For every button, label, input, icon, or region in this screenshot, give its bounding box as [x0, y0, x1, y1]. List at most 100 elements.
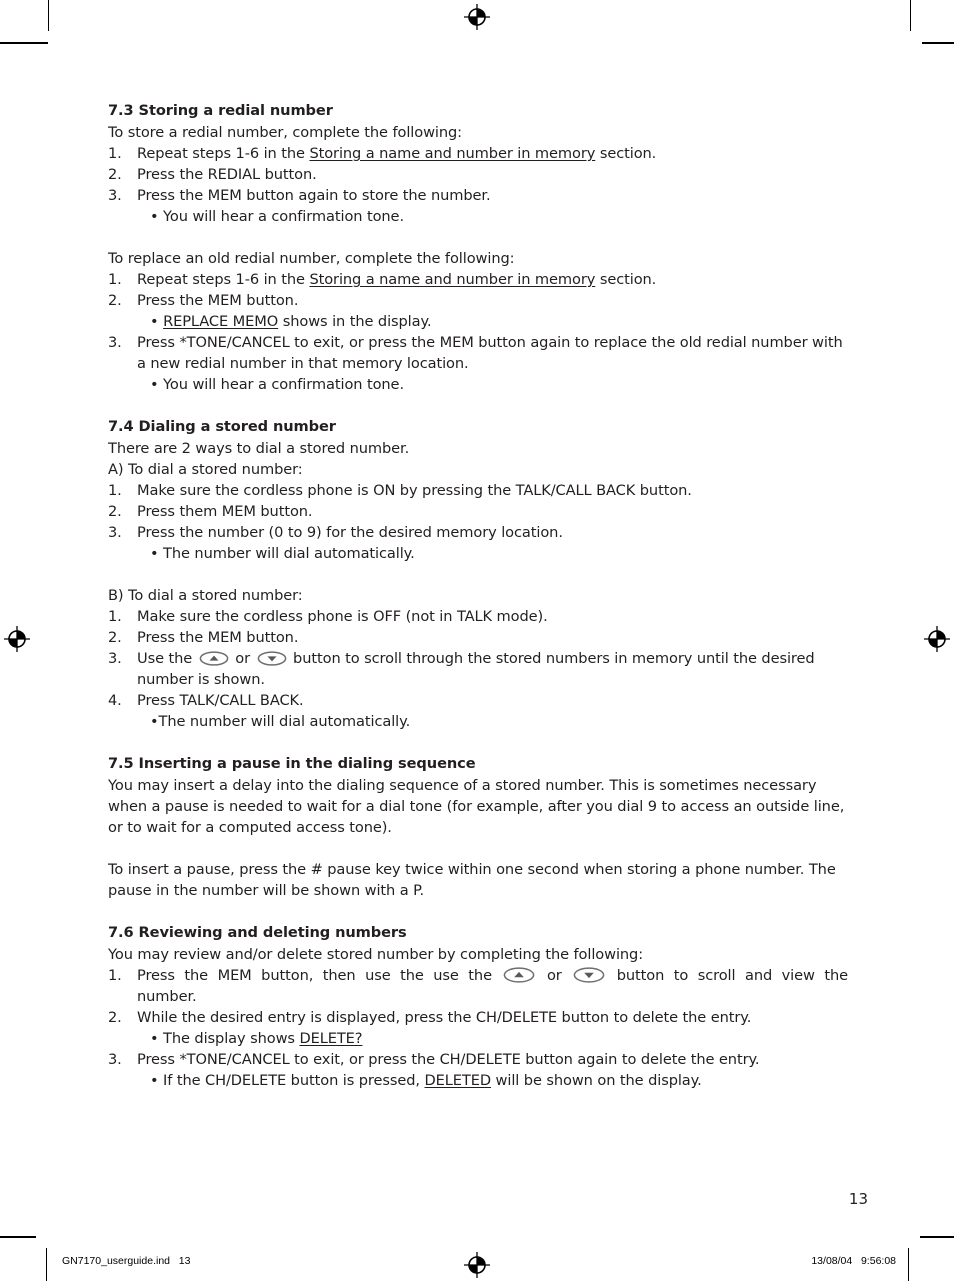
list-item: 2. Press them MEM button. — [108, 501, 848, 522]
list-number: 2. — [108, 1009, 122, 1026]
crop-mark-top-right-h — [922, 42, 954, 44]
list-text-post: section. — [595, 145, 657, 162]
display-message-label: REPLACE MEMO — [163, 313, 279, 330]
bullet-item: • The display shows DELETE? — [108, 1028, 848, 1049]
list-item: 1. Make sure the cordless phone is OFF (n… — [108, 606, 848, 627]
list-text: Press the REDIAL button. — [137, 166, 317, 183]
list-number: 1. — [108, 271, 122, 288]
list-text-pre: Use the — [137, 650, 197, 667]
scroll-up-oval-icon[interactable] — [199, 651, 229, 666]
display-message-label: DELETE? — [299, 1030, 363, 1047]
list-item: 1. Press the MEM button, then use the use… — [108, 965, 848, 1007]
list-text-post: button to scroll and view the — [607, 967, 849, 984]
list-text-post: section. — [595, 271, 657, 288]
list-number: 2. — [108, 292, 122, 309]
list-item: 2. Press the MEM button. — [108, 627, 848, 648]
list-item: 2. Press the MEM button. — [108, 290, 848, 311]
list-text-mid: or — [230, 650, 255, 667]
list-text: While the desired entry is displayed, pr… — [137, 1009, 752, 1026]
cross-reference-link[interactable]: Storing a name and number in memory — [309, 271, 595, 288]
list-text: Press *TONE/CANCEL to exit, or press the… — [137, 1051, 760, 1068]
list-number: 3. — [108, 650, 122, 667]
section-7-4-subhead-b: B) To dial a stored number: — [108, 587, 303, 604]
list-number: 1. — [108, 608, 122, 625]
list-text: Make sure the cordless phone is OFF (not… — [137, 608, 548, 625]
list-item: 1. Make sure the cordless phone is ON by … — [108, 480, 848, 501]
bullet-item: •The number will dial automatically. — [150, 713, 411, 730]
list-number: 2. — [108, 166, 122, 183]
crop-mark-bottom-left — [46, 1248, 47, 1281]
list-text-pre: Repeat steps 1-6 in the — [137, 145, 310, 162]
list-number: 1. — [108, 482, 122, 499]
list-item: 1. Repeat steps 1-6 in the Storing a name… — [108, 143, 848, 164]
list-item: 2. Press the REDIAL button. — [108, 164, 848, 185]
page-number: 13 — [848, 1190, 868, 1208]
list-number: 1. — [108, 967, 122, 984]
scroll-down-oval-icon[interactable] — [257, 651, 287, 666]
crop-mark-top-left-h — [0, 42, 48, 44]
list-text: Press them MEM button. — [137, 503, 313, 520]
list-text: Press the number (0 to 9) for the desire… — [137, 524, 563, 541]
list-text-pre: Press the MEM button, then use the use t… — [137, 967, 502, 984]
cross-reference-link[interactable]: Storing a name and number in memory — [309, 145, 595, 162]
list-item: 1. Repeat steps 1-6 in the Storing a name… — [108, 269, 848, 290]
section-7-6-intro: You may review and/or delete stored numb… — [108, 946, 644, 963]
list-number: 2. — [108, 503, 122, 520]
scroll-up-oval-icon[interactable] — [503, 967, 535, 983]
bullet-item: • You will hear a confirmation tone. — [150, 376, 404, 393]
bullet-text-pre: • — [150, 313, 164, 330]
section-7-4-subhead-a: A) To dial a stored number: — [108, 461, 303, 478]
display-message-label: DELETED — [424, 1072, 492, 1089]
list-item: 3. Press *TONE/CANCEL to exit, or press t… — [108, 332, 848, 374]
bullet-item: • REPLACE MEMO shows in the display. — [108, 311, 848, 332]
section-7-3-intro: To store a redial number, complete the f… — [108, 124, 462, 141]
list-text: Press the MEM button. — [137, 292, 299, 309]
list-item: 2. While the desired entry is displayed, … — [108, 1007, 848, 1028]
list-text-mid: or — [537, 967, 572, 984]
section-7-4-intro: There are 2 ways to dial a stored number… — [108, 440, 410, 457]
registration-target-icon-bottom — [464, 1252, 490, 1278]
list-text-pre: Repeat steps 1-6 in the — [137, 271, 310, 288]
bullet-text-pre: • The display shows — [150, 1030, 300, 1047]
list-number: 3. — [108, 524, 122, 541]
section-7-3-intro-2: To replace an old redial number, complet… — [108, 250, 515, 267]
bullet-text-post: will be shown on the display. — [491, 1072, 702, 1089]
list-number: 3. — [108, 334, 122, 351]
list-text: Press the MEM button. — [137, 629, 299, 646]
section-title-7-6: 7.6 Reviewing and deleting numbers — [108, 924, 407, 941]
registration-target-icon-left — [4, 626, 30, 652]
list-item: 4. Press TALK/CALL BACK. — [108, 690, 848, 711]
list-text: Press *TONE/CANCEL to exit, or press the… — [137, 334, 843, 372]
bullet-text-post: shows in the display. — [278, 313, 432, 330]
crop-mark-bottom-right-h — [920, 1236, 954, 1238]
crop-mark-bottom-left-h — [0, 1236, 36, 1238]
section-7-5-paragraph-1: You may insert a delay into the dialing … — [108, 777, 845, 836]
section-7-5-paragraph-2: To insert a pause, press the # pause key… — [108, 861, 836, 899]
section-title-7-3: 7.3 Storing a redial number — [108, 102, 333, 119]
crop-mark-bottom-right — [908, 1248, 909, 1281]
scroll-down-oval-icon[interactable] — [573, 967, 605, 983]
list-number: 1. — [108, 145, 122, 162]
crop-mark-top-right — [910, 0, 911, 31]
bullet-text-pre: • If the CH/DELETE button is pressed, — [150, 1072, 425, 1089]
list-number: 4. — [108, 692, 122, 709]
crop-mark-top-left — [48, 0, 49, 31]
list-number: 3. — [108, 187, 122, 204]
list-text: Make sure the cordless phone is ON by pr… — [137, 482, 692, 499]
list-number: 3. — [108, 1051, 122, 1068]
bullet-item: • If the CH/DELETE button is pressed, DE… — [108, 1070, 848, 1091]
list-text: Press the MEM button again to store the … — [137, 187, 491, 204]
footer-file-label: GN7170_userguide.ind 13 — [62, 1255, 191, 1267]
bullet-item: • The number will dial automatically. — [150, 545, 415, 562]
list-text-continuation: number. — [137, 988, 197, 1005]
bullet-item: • You will hear a confirmation tone. — [150, 208, 404, 225]
registration-target-icon-top — [464, 4, 490, 30]
list-item: 3. Press the number (0 to 9) for the desi… — [108, 522, 848, 543]
list-item: 3. Use the or button to scroll through th… — [108, 648, 848, 690]
list-item: 3. Press the MEM button again to store th… — [108, 185, 848, 206]
section-title-7-4: 7.4 Dialing a stored number — [108, 418, 336, 435]
registration-target-icon-right — [924, 626, 950, 652]
list-number: 2. — [108, 629, 122, 646]
section-title-7-5: 7.5 Inserting a pause in the dialing seq… — [108, 755, 476, 772]
list-item: 3. Press *TONE/CANCEL to exit, or press t… — [108, 1049, 848, 1070]
